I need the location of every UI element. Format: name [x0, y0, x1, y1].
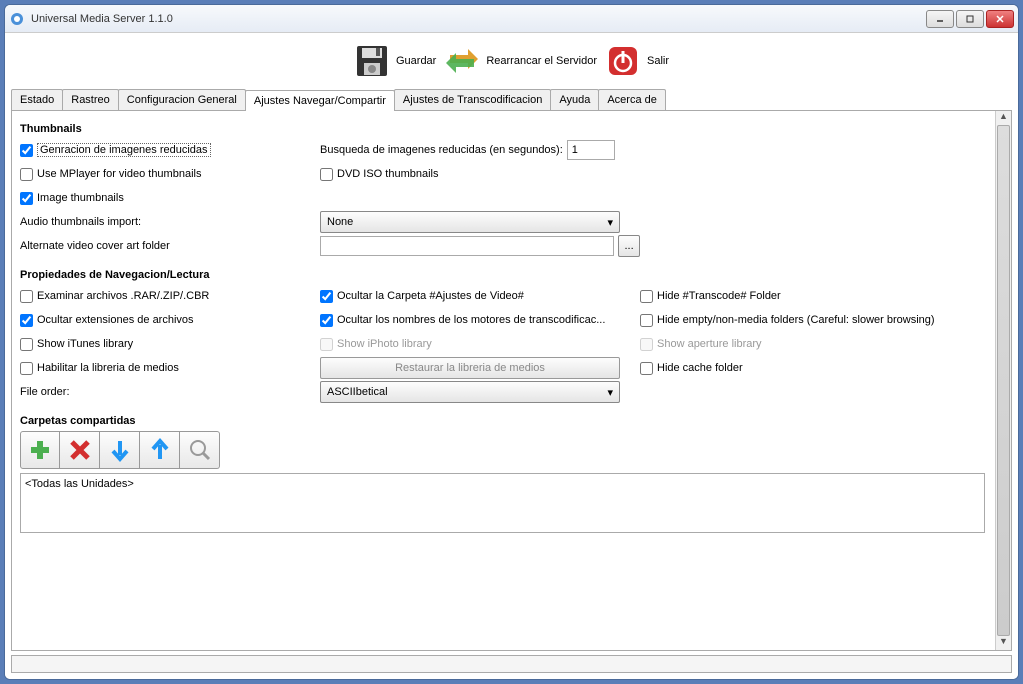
scroll-down-icon[interactable]: ▼	[996, 636, 1011, 650]
restart-icon	[444, 43, 480, 79]
tab-rastreo[interactable]: Rastreo	[62, 89, 119, 110]
save-icon	[354, 43, 390, 79]
arrow-up-icon	[147, 437, 173, 463]
tab-ajustes-transcodificacion[interactable]: Ajustes de Transcodificacion	[394, 89, 551, 110]
tab-bar: Estado Rastreo Configuracion General Aju…	[11, 89, 1012, 111]
checkbox-hide-empty[interactable]	[640, 314, 653, 327]
label-examine-archives: Examinar archivos .RAR/.ZIP/.CBR	[37, 290, 209, 302]
label-hide-cache: Hide cache folder	[657, 362, 743, 374]
tab-acerca-de[interactable]: Acerca de	[598, 89, 666, 110]
x-icon	[67, 437, 93, 463]
label-media-lib: Habilitar la libreria de medios	[37, 362, 179, 374]
checkbox-media-lib[interactable]	[20, 362, 33, 375]
label-audio-import: Audio thumbnails import:	[20, 216, 141, 228]
exit-label: Salir	[647, 55, 669, 67]
checkbox-hide-cache[interactable]	[640, 362, 653, 375]
chevron-down-icon: ▾	[607, 216, 613, 229]
checkbox-mplayer-thumb[interactable]	[20, 168, 33, 181]
statusbar	[11, 655, 1012, 673]
exit-icon	[605, 43, 641, 79]
restart-label: Rearrancar el Servidor	[486, 55, 597, 67]
label-alt-cover: Alternate video cover art folder	[20, 240, 170, 252]
chevron-down-icon: ▾	[607, 386, 613, 399]
shared-folders-list[interactable]: <Todas las Unidades>	[20, 473, 985, 533]
maximize-button[interactable]	[956, 10, 984, 28]
checkbox-itunes[interactable]	[20, 338, 33, 351]
titlebar: Universal Media Server 1.1.0	[5, 5, 1018, 33]
add-folder-button[interactable]	[20, 431, 60, 469]
tab-estado[interactable]: Estado	[11, 89, 63, 110]
input-alt-cover[interactable]	[320, 236, 614, 256]
label-image-thumb: Image thumbnails	[37, 192, 124, 204]
move-up-button[interactable]	[140, 431, 180, 469]
restart-button[interactable]: Rearrancar el Servidor	[444, 43, 597, 79]
save-button[interactable]: Guardar	[354, 43, 436, 79]
list-item[interactable]: <Todas las Unidades>	[25, 478, 134, 490]
checkbox-gen-thumbnails[interactable]	[20, 144, 33, 157]
label-file-order: File order:	[20, 386, 70, 398]
save-label: Guardar	[396, 55, 436, 67]
shared-title: Carpetas compartidas	[20, 415, 985, 427]
tab-config-general[interactable]: Configuracion General	[118, 89, 246, 110]
checkbox-aperture	[640, 338, 653, 351]
close-button[interactable]	[986, 10, 1014, 28]
move-down-button[interactable]	[100, 431, 140, 469]
label-hide-video-settings: Ocultar la Carpeta #Ajustes de Video#	[337, 290, 524, 302]
label-thumb-seek: Busqueda de imagenes reducidas (en segun…	[320, 144, 563, 156]
checkbox-hide-video-settings[interactable]	[320, 290, 333, 303]
minimize-button[interactable]	[926, 10, 954, 28]
plus-icon	[27, 437, 53, 463]
scroll-thumb[interactable]	[997, 125, 1010, 636]
search-icon	[187, 437, 213, 463]
checkbox-hide-engine-names[interactable]	[320, 314, 333, 327]
exit-button[interactable]: Salir	[605, 43, 669, 79]
arrow-down-icon	[107, 437, 133, 463]
main-toolbar: Guardar Rearrancar el Servidor Salir	[11, 39, 1012, 87]
nav-title: Propiedades de Navegacion/Lectura	[20, 269, 985, 281]
checkbox-image-thumb[interactable]	[20, 192, 33, 205]
panel-scrollbar[interactable]: ▲ ▼	[995, 111, 1011, 650]
checkbox-iphoto	[320, 338, 333, 351]
label-aperture: Show aperture library	[657, 338, 762, 350]
checkbox-dvd-iso[interactable]	[320, 168, 333, 181]
scroll-up-icon[interactable]: ▲	[996, 111, 1011, 125]
browse-cover-button[interactable]: ...	[618, 235, 640, 257]
app-icon	[9, 11, 25, 27]
input-thumb-seek[interactable]	[567, 140, 615, 160]
window-title: Universal Media Server 1.1.0	[31, 13, 926, 25]
remove-folder-button[interactable]	[60, 431, 100, 469]
label-hide-transcode: Hide #Transcode# Folder	[657, 290, 781, 302]
select-file-order[interactable]: ASCIIbetical ▾	[320, 381, 620, 403]
label-mplayer-thumb: Use MPlayer for video thumbnails	[37, 168, 201, 180]
checkbox-examine-archives[interactable]	[20, 290, 33, 303]
checkbox-hide-transcode[interactable]	[640, 290, 653, 303]
label-hide-empty: Hide empty/non-media folders (Careful: s…	[657, 314, 935, 326]
thumbnails-title: Thumbnails	[20, 123, 985, 135]
label-dvd-iso: DVD ISO thumbnails	[337, 168, 438, 180]
select-audio-import-value: None	[327, 216, 353, 228]
label-hide-engine-names: Ocultar los nombres de los motores de tr…	[337, 314, 605, 326]
tab-ayuda[interactable]: Ayuda	[550, 89, 599, 110]
tab-panel: ▲ ▼ Thumbnails Genracion de imagenes red…	[11, 111, 1012, 651]
tab-ajustes-navegar[interactable]: Ajustes Navegar/Compartir	[245, 90, 395, 111]
checkbox-hide-ext[interactable]	[20, 314, 33, 327]
label-gen-thumbnails: Genracion de imagenes reducidas	[37, 143, 211, 157]
select-audio-import[interactable]: None ▾	[320, 211, 620, 233]
label-iphoto: Show iPhoto library	[337, 338, 432, 350]
label-hide-ext: Ocultar extensiones de archivos	[37, 314, 194, 326]
restore-media-lib-button[interactable]: Restaurar la libreria de medios	[320, 357, 620, 379]
label-itunes: Show iTunes library	[37, 338, 133, 350]
scan-button[interactable]	[180, 431, 220, 469]
app-window: Universal Media Server 1.1.0 Guardar Rea…	[4, 4, 1019, 680]
select-file-order-value: ASCIIbetical	[327, 386, 388, 398]
